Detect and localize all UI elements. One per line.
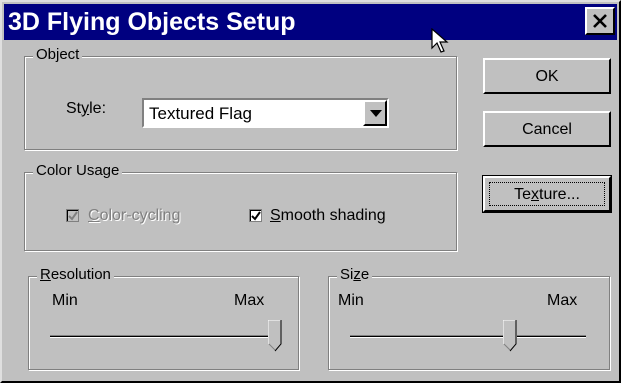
- close-icon: [593, 14, 607, 28]
- ok-button[interactable]: OK: [483, 58, 611, 94]
- close-button[interactable]: [585, 7, 615, 35]
- checkmark-icon: [251, 211, 261, 221]
- size-min-label: Min: [338, 292, 364, 309]
- texture-button[interactable]: Texture...: [482, 175, 612, 213]
- size-legend: Size: [337, 266, 373, 283]
- size-slider-track: [350, 335, 586, 338]
- resolution-slider-thumb[interactable]: [268, 320, 282, 352]
- size-max-label: Max: [547, 292, 578, 309]
- style-label: Style:: [66, 100, 107, 117]
- window-title: 3D Flying Objects Setup: [8, 8, 296, 36]
- dialog-window: 3D Flying Objects Setup Object Style: Te…: [0, 0, 621, 383]
- mouse-cursor-icon: [431, 28, 449, 53]
- resolution-legend: Resolution: [37, 266, 114, 283]
- resolution-slider-track: [50, 335, 272, 338]
- style-dropdown-button[interactable]: [363, 100, 387, 126]
- focus-rectangle: [489, 182, 605, 206]
- checkmark-icon: [68, 211, 78, 221]
- resolution-max-label: Max: [234, 292, 265, 309]
- cancel-button-label: Cancel: [522, 121, 572, 138]
- chevron-down-icon: [370, 110, 382, 117]
- title-bar[interactable]: 3D Flying Objects Setup: [4, 4, 617, 40]
- smooth-shading-checkbox[interactable]: [249, 209, 262, 222]
- size-slider-thumb[interactable]: [503, 320, 518, 352]
- cancel-button[interactable]: Cancel: [483, 111, 611, 147]
- color-cycling-checkbox[interactable]: [66, 209, 79, 222]
- color-usage-legend: Color Usage: [33, 162, 123, 179]
- color-cycling-label: Color-cycling: [88, 207, 181, 224]
- resolution-group: Resolution: [28, 266, 299, 370]
- smooth-shading-label: Smooth shading: [270, 207, 386, 224]
- style-dropdown-value: Textured Flag: [149, 104, 252, 123]
- ok-button-label: OK: [535, 68, 559, 85]
- object-group-legend: Object: [33, 46, 83, 63]
- size-group: Size: [328, 266, 610, 370]
- style-dropdown[interactable]: Textured Flag: [142, 98, 389, 128]
- resolution-min-label: Min: [52, 292, 78, 309]
